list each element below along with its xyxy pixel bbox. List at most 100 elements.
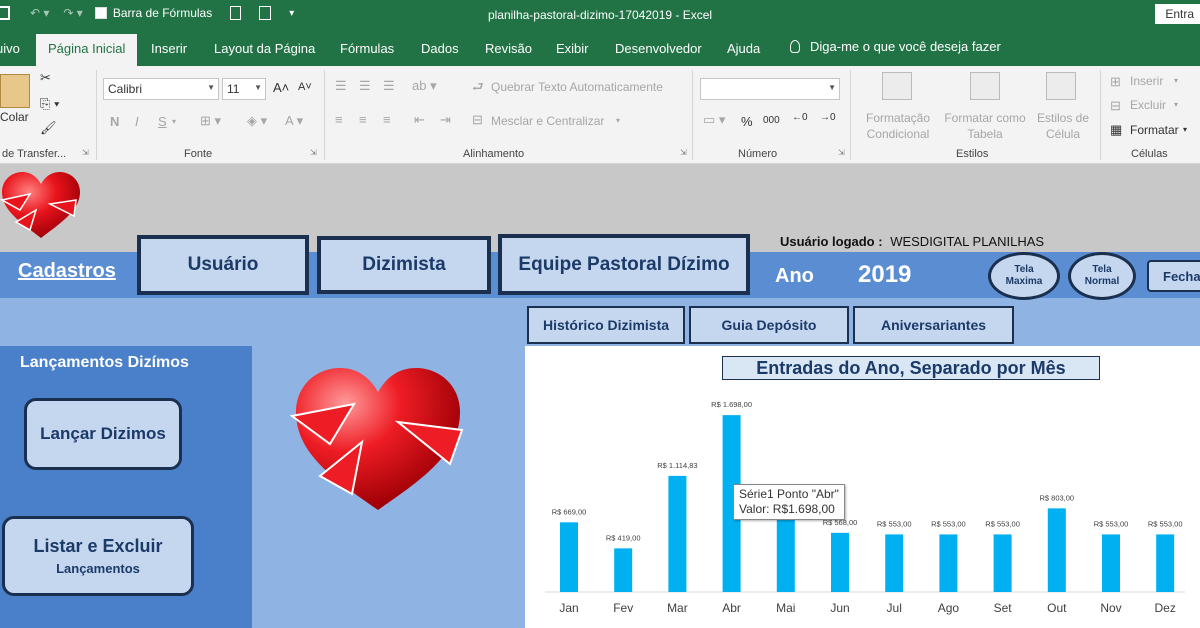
bar-dez[interactable]	[1156, 534, 1175, 592]
tab-arquivo[interactable]: uivo	[0, 41, 20, 56]
font-name-combo[interactable]: Calibri ▼	[103, 78, 219, 100]
clipboard-launcher-icon[interactable]: ⇲	[82, 148, 89, 157]
data-label: R$ 553,00	[877, 519, 912, 528]
currency-icon[interactable]: ▭ ▾	[703, 112, 725, 128]
tela-normal-button[interactable]: Tela Normal	[1068, 252, 1136, 300]
dizimista-button[interactable]: Dizimista	[317, 236, 491, 294]
bar-nov[interactable]	[1102, 534, 1120, 592]
tab-ajuda[interactable]: Ajuda	[727, 41, 760, 56]
align-bottom-icon[interactable]: ☰	[383, 78, 395, 94]
tell-me-box[interactable]: Diga-me o que você deseja fazer	[790, 39, 1001, 54]
insert-button[interactable]: Inserir	[1130, 74, 1163, 88]
merge-icon[interactable]: ⊟	[472, 112, 483, 128]
bar-set[interactable]	[993, 534, 1012, 592]
italic-button[interactable]: I	[135, 114, 139, 129]
delete-button[interactable]: Excluir	[1130, 98, 1166, 112]
cell-styles-button[interactable]: Estilos de Célula	[1032, 110, 1094, 142]
shrink-font-icon[interactable]: A˅	[298, 81, 312, 93]
align-right-icon[interactable]: ≡	[383, 112, 391, 127]
borders-icon[interactable]: ⊞ ▾	[200, 113, 221, 129]
tab-formulas[interactable]: Fórmulas	[340, 41, 394, 56]
alignment-launcher-icon[interactable]: ⇲	[680, 148, 687, 157]
merge-dropdown-icon[interactable]: ▾	[616, 116, 620, 125]
bar-ago[interactable]	[939, 534, 958, 592]
align-top-icon[interactable]: ☰	[335, 78, 347, 94]
format-as-table-button[interactable]: Formatar como Tabela	[940, 110, 1030, 142]
copy-icon[interactable]: ⎘ ▾	[40, 96, 59, 112]
divider	[692, 70, 693, 160]
increase-indent-icon[interactable]: ⇥	[440, 112, 451, 128]
font-color-icon[interactable]: A ▾	[285, 113, 303, 129]
data-label: R$ 553,00	[985, 519, 1020, 528]
divider	[324, 70, 325, 160]
aniversariantes-button[interactable]: Aniversariantes	[853, 306, 1014, 344]
guia-deposito-button[interactable]: Guia Depósito	[689, 306, 849, 344]
bar-mar[interactable]	[668, 475, 687, 592]
equipe-pastoral-button[interactable]: Equipe Pastoral Dízimo	[498, 234, 750, 295]
number-launcher-icon[interactable]: ⇲	[838, 148, 845, 157]
increase-decimal-icon[interactable]: ←0	[792, 112, 808, 123]
tab-dados[interactable]: Dados	[421, 41, 459, 56]
x-tick-label: Set	[994, 601, 1013, 615]
format-as-table-icon[interactable]	[970, 72, 1000, 100]
insert-icon[interactable]: ⊞	[1110, 74, 1121, 90]
tela-maxima-line1: Tela	[1014, 264, 1034, 275]
fill-color-icon[interactable]: ◈ ▾	[247, 113, 267, 129]
percent-button[interactable]: %	[741, 114, 753, 129]
insert-dropdown-icon[interactable]: ▾	[1174, 76, 1178, 85]
align-left-icon[interactable]: ≡	[335, 112, 343, 127]
bar-mai[interactable]	[776, 516, 795, 592]
conditional-format-button[interactable]: Formatação Condicional	[858, 110, 938, 142]
x-tick-label: Abr	[722, 601, 741, 615]
decrease-decimal-icon[interactable]: →0	[820, 112, 836, 123]
wrap-text-icon[interactable]: ⮐	[472, 78, 484, 100]
usuario-button[interactable]: Usuário	[137, 235, 309, 295]
format-icon[interactable]: ▦	[1110, 122, 1122, 138]
tab-layout[interactable]: Layout da Página	[214, 41, 315, 56]
format-dropdown-icon[interactable]: ▾	[1183, 125, 1187, 134]
worksheet: Usuário logado : WESDIGITAL PLANILHAS Ca…	[0, 164, 1200, 628]
font-launcher-icon[interactable]: ⇲	[310, 148, 317, 157]
year-value: 2019	[858, 261, 912, 288]
bar-jul[interactable]	[885, 534, 904, 592]
bar-jan[interactable]	[560, 522, 578, 592]
number-format-combo[interactable]: ▼	[700, 78, 840, 100]
delete-dropdown-icon[interactable]: ▾	[1174, 100, 1178, 109]
tab-desenvolvedor[interactable]: Desenvolvedor	[615, 41, 702, 56]
sign-in-button[interactable]: Entra	[1155, 4, 1200, 24]
tab-pagina-inicial[interactable]: Página Inicial	[36, 34, 138, 66]
bar-out[interactable]	[1047, 508, 1066, 592]
cell-styles-icon[interactable]	[1046, 72, 1076, 100]
listar-excluir-button[interactable]: Listar e Excluir Lançamentos	[2, 516, 194, 596]
cells-label: Células	[1131, 148, 1168, 160]
thousands-button[interactable]: 000	[763, 115, 780, 126]
format-button[interactable]: Formatar	[1130, 123, 1179, 137]
merge-center-button[interactable]: Mesclar e Centralizar	[491, 114, 604, 128]
align-middle-icon[interactable]: ☰	[359, 78, 371, 94]
underline-dropdown-icon[interactable]: ▾	[172, 117, 176, 126]
tab-exibir[interactable]: Exibir	[556, 41, 589, 56]
bar-jun[interactable]	[831, 532, 849, 592]
tab-revisao[interactable]: Revisão	[485, 41, 532, 56]
conditional-format-icon[interactable]	[882, 72, 912, 100]
tela-maxima-button[interactable]: Tela Maxima	[988, 252, 1060, 300]
decrease-indent-icon[interactable]: ⇤	[414, 112, 425, 128]
fechar-button[interactable]: Fecha	[1147, 260, 1200, 292]
bold-button[interactable]: N	[110, 114, 119, 129]
cut-icon[interactable]: ✂	[40, 70, 51, 86]
bar-fev[interactable]	[614, 548, 633, 592]
cadastros-link[interactable]: Cadastros	[18, 260, 116, 283]
font-size-combo[interactable]: 11 ▼	[222, 78, 266, 100]
orientation-icon[interactable]: ab ▾	[412, 78, 437, 94]
delete-icon[interactable]: ⊟	[1110, 98, 1121, 114]
wrap-text-button[interactable]: Quebrar Texto Automaticamente	[491, 80, 663, 94]
paste-button[interactable]: Colar	[0, 110, 29, 124]
tab-inserir[interactable]: Inserir	[151, 41, 187, 56]
paste-icon[interactable]	[0, 74, 30, 108]
underline-button[interactable]: S	[158, 114, 167, 129]
grow-font-icon[interactable]: A˄	[273, 80, 289, 95]
lancar-dizimos-button[interactable]: Lançar Dizimos	[24, 398, 182, 470]
format-painter-icon[interactable]: 🖌	[40, 120, 57, 136]
historico-dizimista-button[interactable]: Histórico Dizimista	[527, 306, 685, 344]
align-center-icon[interactable]: ≡	[359, 112, 367, 127]
